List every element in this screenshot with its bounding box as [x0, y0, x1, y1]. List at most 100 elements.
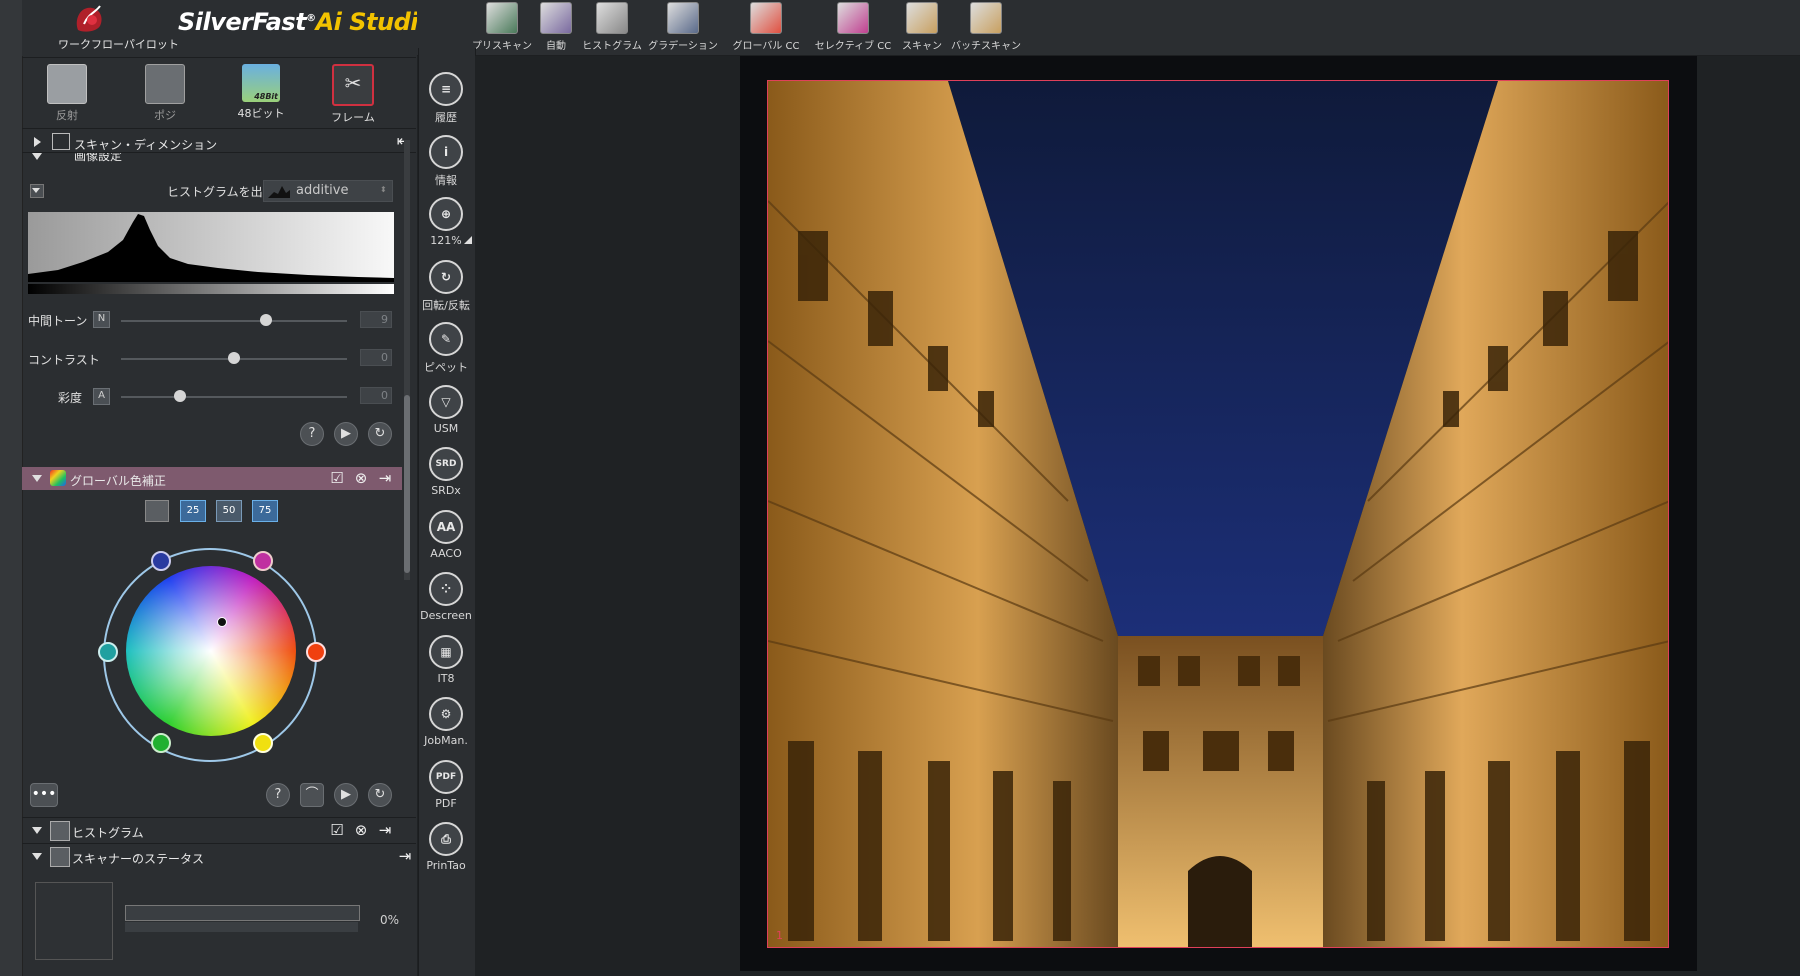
contrast-value[interactable]: 0: [360, 349, 392, 366]
tool-jobman-button[interactable]: ⚙ JobMan.: [418, 697, 474, 747]
tool-it8-button[interactable]: ▦ IT8: [418, 634, 474, 685]
magenta-handle[interactable]: [253, 551, 273, 571]
color-wheel[interactable]: [126, 566, 296, 736]
clear-icon[interactable]: ⊗: [352, 821, 370, 839]
mode-positive-button[interactable]: ポジ: [130, 64, 200, 123]
saturation-slider-knob[interactable]: [173, 390, 186, 402]
more-options-button[interactable]: •••: [30, 783, 58, 807]
green-handle[interactable]: [151, 733, 171, 753]
tool-rotate-button[interactable]: ↻ 回転/反転: [418, 259, 474, 313]
tool-descreen-button[interactable]: ⁘ Descreen: [418, 572, 474, 622]
tool-aaco-button[interactable]: AA AACO: [418, 509, 474, 560]
global-cc-header[interactable]: グローバル色補正 ☑ ⊗ ⇥: [22, 467, 402, 490]
slider-midtone-label: 中間トーン: [28, 314, 88, 328]
cc-curve-button[interactable]: ⌒: [300, 783, 324, 807]
mode-frame-button[interactable]: ✂ フレーム: [318, 64, 388, 125]
histogram-gradient-bar: [28, 284, 394, 294]
scan-icon: [906, 2, 938, 34]
toolbar-batch-scan-button[interactable]: バッチスキャン: [946, 2, 1026, 52]
color-wheel-cursor[interactable]: [217, 617, 227, 627]
cc-reset-button[interactable]: ↻: [368, 783, 392, 807]
descreen-icon: ⁘: [429, 572, 463, 606]
mode-48bit-button[interactable]: 48Bit 48ビット: [226, 64, 296, 121]
frame-number: 1: [776, 929, 783, 942]
export-icon[interactable]: ⇥: [376, 469, 394, 487]
cyan-handle[interactable]: [98, 642, 118, 662]
cc-step-75-button[interactable]: 75: [252, 500, 278, 522]
red-handle[interactable]: [306, 642, 326, 662]
export-icon[interactable]: ⇥: [376, 821, 394, 839]
slider-contrast-label: コントラスト: [28, 353, 100, 367]
clear-icon[interactable]: ⊗: [352, 469, 370, 487]
tool-printao-label: PrinTao: [426, 859, 466, 872]
tool-srdx-button[interactable]: SRD SRDx: [418, 447, 474, 497]
logo-area: SilverFast®Ai Studio ワークフローパイロット: [22, 0, 435, 56]
collapse-icon: [32, 853, 42, 860]
aaco-icon: AA: [429, 509, 463, 544]
saturation-value[interactable]: 0: [360, 387, 392, 404]
selective-cc-icon: [837, 2, 869, 34]
global-cc-icon: [750, 2, 782, 34]
cc-step-25-button[interactable]: 25: [180, 500, 206, 522]
tool-srdx-label: SRDx: [431, 484, 461, 497]
tool-pipette-button[interactable]: ✎ ピペット: [418, 322, 474, 375]
scanner-status-header[interactable]: スキャナーのステータス ⇥: [22, 843, 416, 868]
histogram-display: [28, 212, 394, 282]
toolbar-gradation-button[interactable]: グラデーション: [643, 2, 723, 52]
enable-checkbox-icon[interactable]: ☑: [328, 821, 346, 839]
cc-step-50-button[interactable]: 50: [216, 500, 242, 522]
play-button[interactable]: ▶: [334, 422, 358, 446]
tool-pdf-button[interactable]: PDF PDF: [418, 759, 474, 810]
tool-info-button[interactable]: i 情報: [418, 134, 474, 188]
reflective-icon: [47, 64, 87, 104]
scan-thumbnail: [35, 882, 113, 960]
toolbar-global-cc-button[interactable]: グローバル CC: [726, 2, 806, 52]
histogram-output-select[interactable]: additive ⬍: [263, 180, 393, 202]
histogram-output-toggle[interactable]: [30, 184, 44, 198]
midtone-slider-knob[interactable]: [259, 314, 272, 326]
srdx-icon: SRD: [429, 447, 463, 481]
histogram-header[interactable]: ヒストグラム ☑ ⊗ ⇥: [22, 817, 416, 842]
mode-reflective-button[interactable]: 反射: [32, 64, 102, 123]
midtone-value[interactable]: 9: [360, 311, 392, 328]
help-button[interactable]: ?: [300, 422, 324, 446]
tool-aaco-label: AACO: [430, 546, 462, 560]
cc-help-button[interactable]: ?: [266, 783, 290, 807]
tool-pdf-label: PDF: [435, 796, 457, 810]
workflow-pilot-label[interactable]: ワークフローパイロット: [58, 36, 179, 52]
tool-history-button[interactable]: ≡ 履歴: [418, 72, 474, 125]
image-settings-header[interactable]: 画像設定: [22, 152, 416, 165]
toolbar-gradation-label: グラデーション: [648, 41, 718, 52]
collapse-icon: [32, 153, 42, 160]
cc-step-all-button[interactable]: [145, 500, 169, 522]
scan-dimension-header[interactable]: スキャン・ディメンション ⇤: [22, 131, 416, 153]
left-scrollbar-thumb[interactable]: [404, 395, 410, 573]
tool-usm-button[interactable]: ▽ USM: [418, 384, 474, 435]
saturation-slider-track[interactable]: [121, 396, 347, 398]
prescan-icon: [486, 2, 518, 34]
enable-checkbox-icon[interactable]: ☑: [328, 469, 346, 487]
rotate-icon: ↻: [429, 259, 463, 294]
saturation-badge[interactable]: A: [93, 388, 110, 405]
reset-button[interactable]: ↻: [368, 422, 392, 446]
yellow-handle[interactable]: [253, 733, 273, 753]
info-icon: i: [429, 134, 463, 169]
toolbar-selective-cc-button[interactable]: セレクティブ CC: [813, 2, 893, 52]
collapse-icon: [32, 827, 42, 834]
midtone-slider-track[interactable]: [121, 320, 347, 322]
pipette-icon: ✎: [429, 322, 463, 356]
tool-printao-button[interactable]: ⎙ PrinTao: [418, 822, 474, 872]
tool-descreen-label: Descreen: [420, 609, 472, 622]
left-edge-strip: [0, 0, 23, 976]
toolbar-histogram-button[interactable]: ヒストグラム: [572, 2, 652, 52]
scan-progress-value: 0%: [380, 913, 400, 927]
zoom-icon: ⊕: [429, 197, 463, 231]
preview-image[interactable]: 1: [767, 80, 1669, 948]
export-icon[interactable]: ⇥: [396, 847, 414, 865]
zoom-menu-arrow-icon[interactable]: [464, 236, 472, 244]
select-arrow-icon: ⬍: [380, 185, 387, 194]
midtone-badge[interactable]: N: [93, 311, 110, 328]
contrast-slider-knob[interactable]: [228, 352, 240, 364]
cc-play-button[interactable]: ▶: [334, 783, 358, 807]
blue-handle[interactable]: [151, 551, 171, 571]
